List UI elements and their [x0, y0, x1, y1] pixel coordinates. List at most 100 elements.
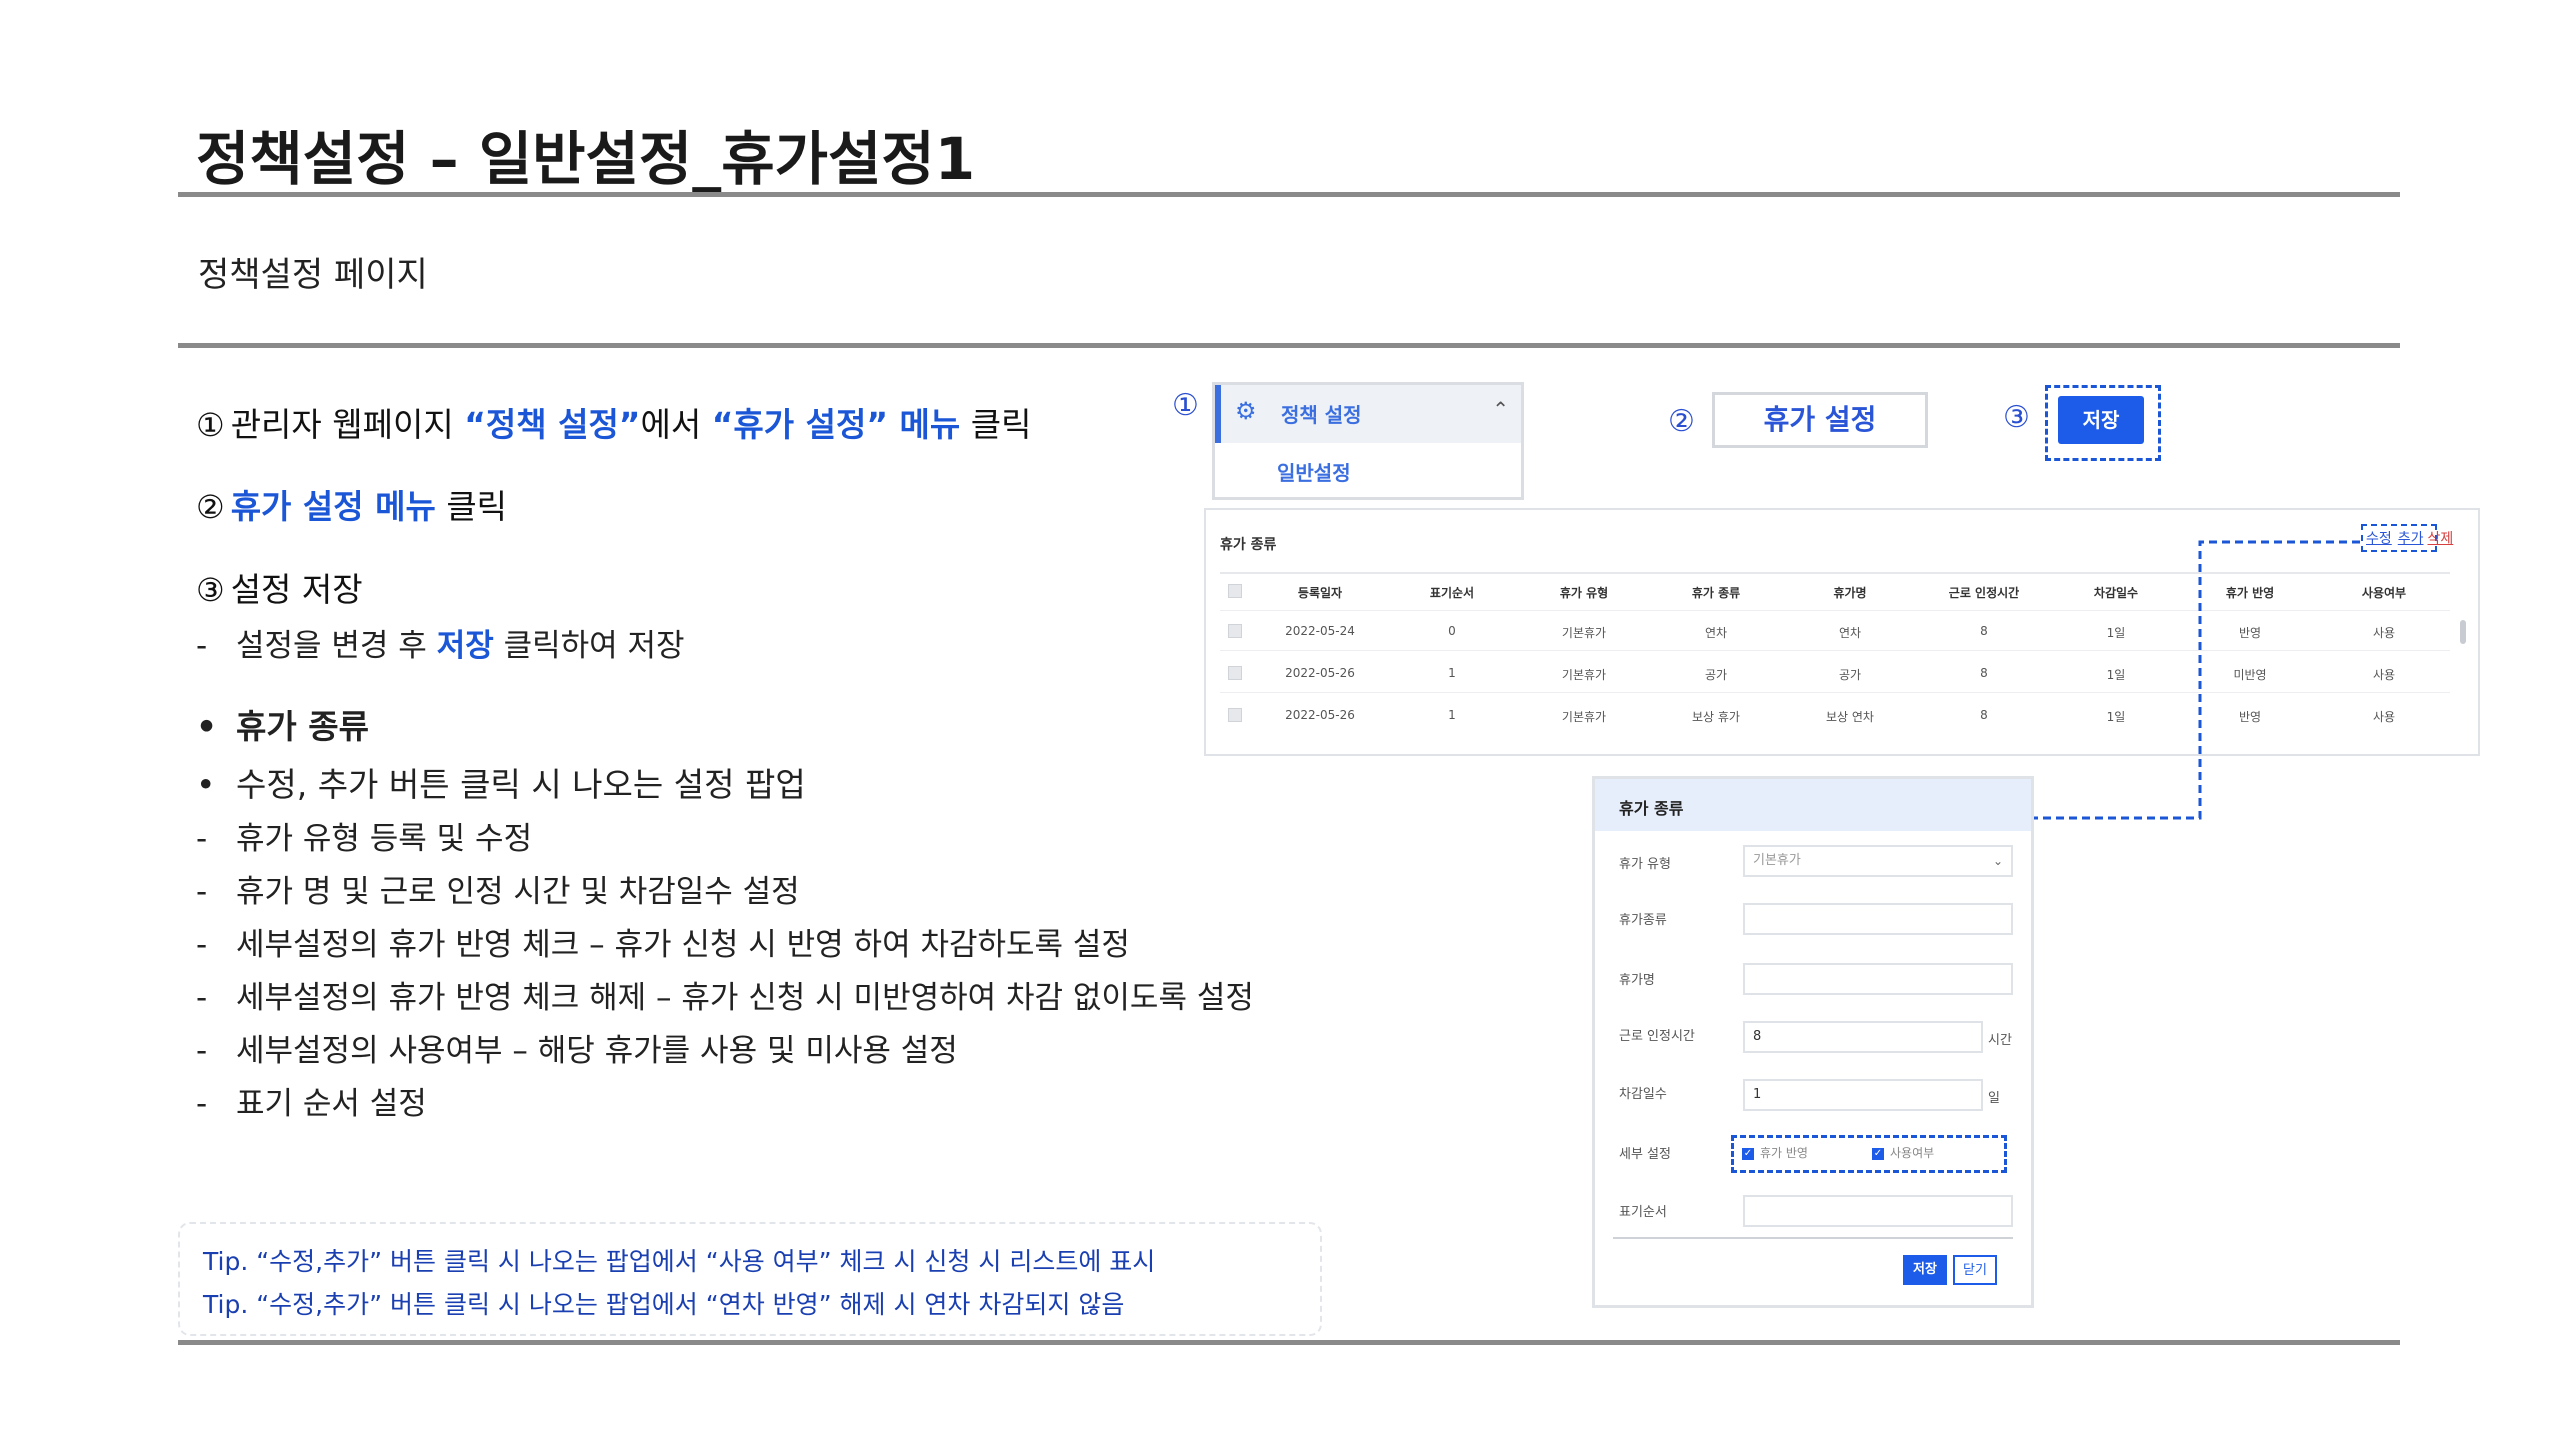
- step-3: ③ 설정 저장: [196, 563, 363, 611]
- delete-link[interactable]: 삭제: [2428, 531, 2454, 547]
- use-status-checkbox[interactable]: ✓ 사용여부: [1872, 1144, 1934, 1161]
- subtitle-divider: [178, 343, 2400, 348]
- callout-1: ①: [1172, 388, 1199, 423]
- bullet-marker: -: [196, 1033, 208, 1069]
- step-3-number: ③: [196, 571, 225, 609]
- chevron-up-icon: ⌃: [1492, 397, 1509, 421]
- field-label: 근로 인정시간: [1619, 1029, 1695, 1044]
- popup-header: 휴가 종류: [1595, 779, 2031, 831]
- step-2-highlight: 휴가 설정 메뉴: [230, 487, 436, 526]
- bullet-marker: -: [196, 874, 208, 910]
- step-1-highlight-leave-menu: “휴가 설정” 메뉴: [711, 405, 961, 444]
- column-header: 표기순서: [1429, 586, 1475, 600]
- bullet-marker: -: [196, 821, 208, 857]
- callout-3: ③: [2003, 400, 2030, 435]
- bullet-marker: •: [196, 707, 218, 746]
- step-2: ② 휴가 설정 메뉴 클릭: [196, 480, 507, 528]
- work-hours-input[interactable]: 8: [1743, 1021, 1983, 1053]
- add-link[interactable]: 추가: [2398, 531, 2424, 547]
- table-cell: 2022-05-26: [1285, 708, 1355, 722]
- leave-name-input[interactable]: [1743, 963, 2013, 995]
- popup-title: 휴가 종류: [1619, 799, 1684, 818]
- step-1-highlight-policy: “정책 설정”: [464, 405, 641, 444]
- checkbox-label: 휴가 반영: [1760, 1146, 1808, 1160]
- select-value: 기본휴가: [1753, 853, 1801, 868]
- tip-line: Tip. “수정,추가” 버튼 클릭 시 나오는 팝업에서 “사용 여부” 체크…: [203, 1247, 1156, 1276]
- field-label: 휴가명: [1619, 973, 1655, 988]
- step-1-text-a: 관리자 웹페이지: [230, 405, 465, 444]
- table-cell: 1: [1448, 666, 1456, 680]
- step-3-text: 설정 저장: [230, 570, 363, 609]
- row-checkbox[interactable]: [1228, 708, 1242, 722]
- check-icon: ✓: [1872, 1147, 1884, 1160]
- step-3-detail: - 설정을 변경 후 저장 클릭하여 저장: [196, 620, 685, 665]
- display-order-input[interactable]: [1743, 1195, 2013, 1227]
- table-cell: 2022-05-26: [1285, 666, 1355, 680]
- detail-highlight: ✓ 휴가 반영 ✓ 사용여부: [1731, 1135, 2007, 1173]
- table-cell: 1: [1448, 708, 1456, 722]
- gear-icon: ⚙: [1235, 397, 1257, 425]
- table-scrollbar[interactable]: [2460, 620, 2466, 644]
- title-divider: [178, 192, 2400, 197]
- bullet-text: 휴가 유형 등록 및 수정: [236, 821, 533, 857]
- step-1-text-c: 에서: [640, 405, 712, 444]
- sidebar-item-policy[interactable]: ⚙ 정책 설정 ⌃: [1215, 385, 1521, 443]
- popup-save-button[interactable]: 저장: [1903, 1255, 1947, 1285]
- bullet-item: - 세부설정의 휴가 반영 체크 – 휴가 신청 시 반영 하여 차감하도록 설정: [196, 919, 1130, 964]
- hours-unit: 시간: [1988, 1033, 2012, 1048]
- bullet-text: 휴가 종류: [236, 707, 369, 746]
- check-icon: ✓: [1742, 1147, 1754, 1160]
- bullet-text: 세부설정의 사용여부 – 해당 휴가를 사용 및 미사용 설정: [236, 1033, 958, 1069]
- select-all-checkbox[interactable]: [1228, 584, 1242, 598]
- dash-marker: -: [196, 628, 208, 664]
- step-3-detail-save: 저장: [436, 628, 494, 664]
- step-1-text-e: 클릭: [960, 405, 1032, 444]
- bullet-item: - 휴가 유형 등록 및 수정: [196, 813, 532, 858]
- row-checkbox[interactable]: [1228, 624, 1242, 638]
- save-highlight: 저장: [2045, 385, 2161, 461]
- tip-line: Tip. “수정,추가” 버튼 클릭 시 나오는 팝업에서 “연차 반영” 해제…: [203, 1290, 1125, 1319]
- leave-type-popup: 휴가 종류 휴가 유형 기본휴가 ⌄ 휴가종류 휴가명 근로 인정시간 8 시간 …: [1592, 776, 2034, 1308]
- field-label: 휴가 유형: [1619, 857, 1671, 872]
- page-title: 정책설정 – 일반설정_휴가설정1: [196, 125, 976, 193]
- field-label: 차감일수: [1619, 1087, 1667, 1102]
- bullet-marker: •: [196, 765, 216, 804]
- field-label: 표기순서: [1619, 1205, 1667, 1220]
- bullet-text: 수정, 추가 버튼 클릭 시 나오는 설정 팝업: [236, 765, 806, 804]
- step-2-number: ②: [196, 488, 225, 526]
- deduct-days-input[interactable]: 1: [1743, 1079, 1983, 1111]
- tab-leave-settings[interactable]: 휴가 설정: [1712, 392, 1928, 448]
- bullet-marker: -: [196, 980, 208, 1016]
- column-header: 등록일자: [1297, 586, 1343, 600]
- bullet-item: • 수정, 추가 버튼 클릭 시 나오는 설정 팝업: [196, 758, 806, 806]
- bullet-item: - 세부설정의 휴가 반영 체크 해제 – 휴가 신청 시 미반영하여 차감 없이…: [196, 972, 1254, 1017]
- field-label: 세부 설정: [1619, 1147, 1671, 1162]
- leave-kind-input[interactable]: [1743, 903, 2013, 935]
- popup-close-button[interactable]: 닫기: [1953, 1255, 1997, 1285]
- days-unit: 일: [1988, 1091, 2000, 1106]
- chevron-down-icon: ⌄: [1992, 854, 2003, 868]
- bullet-marker: -: [196, 927, 208, 963]
- field-label: 휴가종류: [1619, 913, 1667, 928]
- bottom-divider: [178, 1340, 2400, 1345]
- bullet-text: 세부설정의 휴가 반영 체크 – 휴가 신청 시 반영 하여 차감하도록 설정: [236, 927, 1130, 963]
- step-1-number: ①: [196, 406, 225, 444]
- table-cell: 0: [1448, 624, 1456, 638]
- callout-2: ②: [1668, 404, 1695, 439]
- bullet-text: 세부설정의 휴가 반영 체크 해제 – 휴가 신청 시 미반영하여 차감 없이도…: [236, 980, 1254, 1016]
- page-subtitle: 정책설정 페이지: [198, 255, 428, 295]
- table-cell: 2022-05-24: [1285, 624, 1355, 638]
- bullet-text: 표기 순서 설정: [236, 1086, 427, 1122]
- leave-apply-checkbox[interactable]: ✓ 휴가 반영: [1742, 1144, 1808, 1161]
- step-1: ① 관리자 웹페이지 “정책 설정”에서 “휴가 설정” 메뉴 클릭: [196, 398, 1031, 446]
- step-3-detail-a: 설정을 변경 후: [236, 628, 437, 664]
- step-2-text: 클릭: [435, 487, 508, 526]
- leave-type-select[interactable]: 기본휴가 ⌄: [1743, 845, 2013, 877]
- sidebar-menu-screenshot: ⚙ 정책 설정 ⌃ 일반설정: [1212, 382, 1524, 500]
- checkbox-label: 사용여부: [1890, 1146, 1935, 1160]
- row-checkbox[interactable]: [1228, 666, 1242, 680]
- bullet-item: - 휴가 명 및 근로 인정 시간 및 차감일수 설정: [196, 866, 800, 911]
- save-button[interactable]: 저장: [2058, 396, 2144, 444]
- sidebar-subitem-general[interactable]: 일반설정: [1277, 457, 1351, 486]
- bullet-marker: -: [196, 1086, 208, 1122]
